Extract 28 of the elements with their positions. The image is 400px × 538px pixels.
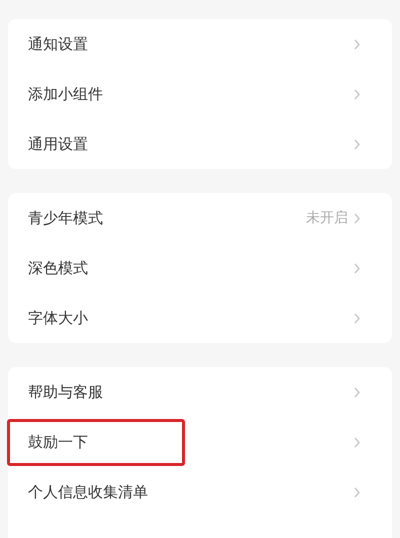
settings-row[interactable]: 帮助与客服 [8, 367, 392, 417]
settings-row[interactable]: 添加小组件 [8, 69, 392, 119]
chevron-right-icon [354, 312, 360, 324]
settings-row[interactable]: 通用设置 [8, 119, 392, 169]
row-label: 个人信息收集清单 [28, 482, 148, 503]
settings-row[interactable]: 青少年模式 未开启 [8, 193, 392, 243]
chevron-right-icon [354, 38, 360, 50]
row-label: 添加小组件 [28, 84, 103, 105]
row-label: 通知设置 [28, 34, 88, 55]
row-label: 通用设置 [28, 134, 88, 155]
row-label: 青少年模式 [28, 208, 103, 229]
settings-row[interactable]: 鼓励一下 [8, 417, 392, 467]
row-label: 深色模式 [28, 258, 88, 279]
row-label: 字体大小 [28, 308, 88, 329]
row-label: 鼓励一下 [28, 432, 88, 453]
chevron-right-icon [354, 262, 360, 274]
settings-row[interactable]: 深色模式 [8, 243, 392, 293]
chevron-right-icon [354, 138, 360, 150]
chevron-right-icon [354, 486, 360, 498]
settings-row[interactable]: 通知设置 [8, 19, 392, 69]
row-label: 帮助与客服 [28, 382, 103, 403]
chevron-right-icon [354, 212, 360, 224]
chevron-right-icon [354, 88, 360, 100]
settings-row[interactable]: 个人信息收集清单 [8, 467, 392, 517]
row-value: 未开启 [306, 208, 348, 228]
chevron-right-icon [354, 436, 360, 448]
settings-row[interactable]: 字体大小 [8, 293, 392, 343]
chevron-right-icon [354, 386, 360, 398]
